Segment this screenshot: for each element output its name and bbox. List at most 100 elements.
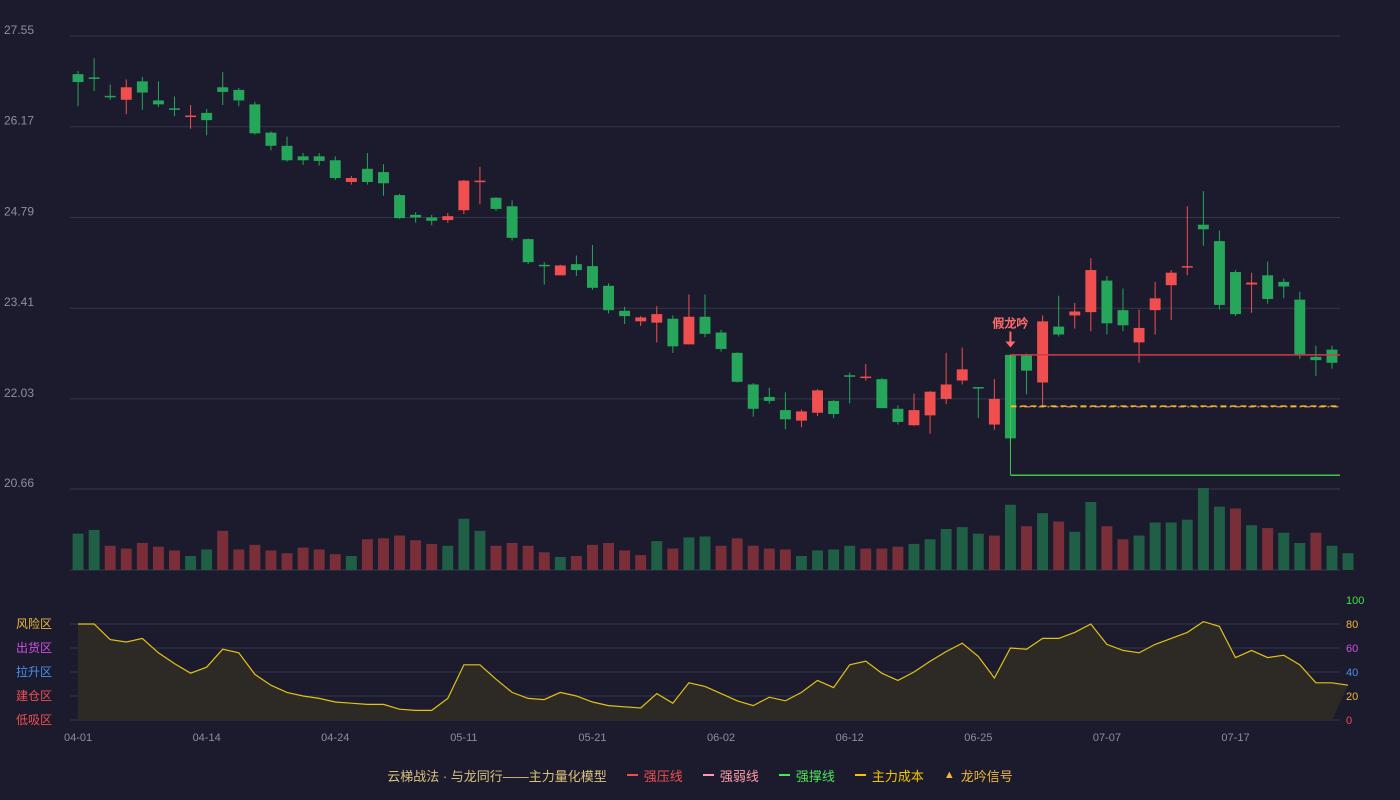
indicator-lines	[1009, 354, 1340, 476]
candle-body	[329, 160, 341, 179]
volume-bar	[860, 548, 872, 570]
volume-bar	[940, 529, 952, 570]
date-tick-label: 05-21	[578, 732, 606, 744]
date-tick-label: 06-02	[707, 732, 735, 744]
volume-bar	[1213, 506, 1225, 570]
candle-body	[474, 180, 486, 183]
candle-body	[72, 74, 84, 83]
volume-bar	[619, 550, 631, 570]
candle-body	[779, 410, 791, 420]
price-tick-label: 26.17	[4, 114, 34, 128]
candle-body	[940, 384, 952, 399]
candle-body	[1165, 272, 1177, 286]
volume-bar	[217, 530, 229, 570]
volume-bar	[747, 545, 759, 570]
volume-bar	[1117, 539, 1129, 570]
volume-bar	[329, 554, 341, 570]
candle-body	[667, 318, 679, 347]
volume-bar	[378, 538, 389, 570]
candle-body	[201, 112, 213, 121]
volume-bar	[120, 548, 132, 570]
legend-item-support[interactable]: 强撑线	[778, 766, 835, 785]
candle-body	[217, 87, 229, 92]
legend-item-strong-weak[interactable]: 强弱线	[702, 766, 759, 785]
volume-bar	[313, 549, 325, 570]
date-tick-label: 05-11	[450, 732, 477, 744]
volume-bar	[458, 518, 470, 570]
candle-body	[378, 172, 389, 184]
candle-body	[233, 89, 245, 101]
volume-bar	[1246, 525, 1258, 570]
volume-bar	[1197, 488, 1209, 570]
volume-bar	[1021, 526, 1032, 570]
indicator-area	[78, 621, 1348, 720]
candle-body	[1246, 282, 1258, 285]
candle-body	[120, 87, 132, 100]
candle-body	[1133, 327, 1145, 343]
volume-bar	[683, 537, 695, 570]
indicator-zone-label: 拉升区	[16, 664, 52, 679]
legend-title: 云梯战法 · 与龙同行——主力量化模型	[387, 766, 607, 785]
candle-body	[715, 332, 727, 349]
price-tick-label: 27.55	[4, 23, 34, 37]
legend-item-signal[interactable]: ▲ 龙吟信号	[944, 766, 1013, 785]
volume-bar	[972, 533, 984, 570]
candle-body	[924, 391, 936, 416]
candle-body	[1181, 266, 1193, 268]
legend-label: 龙吟信号	[960, 768, 1013, 784]
legend-item-strong-pressure[interactable]: 强压线	[626, 766, 683, 785]
volume-bar	[1037, 513, 1049, 570]
candle-body	[426, 217, 438, 221]
volume-bar	[812, 550, 823, 570]
legend-item-main-cost[interactable]: 主力成本	[854, 766, 924, 785]
candle-body	[763, 396, 775, 401]
candle-body	[731, 352, 743, 382]
main-cost-swatch	[854, 774, 866, 776]
candle-body	[522, 239, 534, 263]
candle-body	[297, 156, 309, 161]
candle-body	[956, 369, 968, 381]
candles	[72, 58, 1338, 444]
candle-body	[506, 206, 518, 238]
candle-body	[1117, 310, 1129, 326]
volume-bar	[281, 553, 293, 570]
candle-body	[1069, 311, 1081, 316]
volume-bar	[169, 550, 180, 570]
candle-body	[1149, 298, 1161, 311]
volume-bar	[1004, 504, 1016, 570]
volume-bar	[876, 548, 888, 570]
volume-bar	[297, 547, 309, 570]
candle-body	[104, 95, 116, 98]
candle-body	[603, 285, 615, 311]
volume-bar	[426, 543, 438, 570]
triangle-icon: ▲	[943, 769, 955, 781]
volume-bar	[1294, 542, 1306, 570]
legend: 云梯战法 · 与龙同行——主力量化模型 强压线 强弱线 强撑线 主力成本 ▲ 龙…	[0, 760, 1400, 790]
date-axis-labels: 04-01 04-14 04-24 05-11 05-21 06-02 06-12 06-25…	[64, 732, 1250, 744]
volume-bar	[1326, 545, 1338, 570]
candle-body	[908, 410, 920, 426]
candle-body	[1197, 224, 1209, 230]
strong-pressure-swatch	[626, 774, 638, 776]
volume-bar	[474, 530, 486, 570]
volume-bar	[522, 545, 534, 570]
volume-bar	[1069, 531, 1081, 570]
volume-bar	[924, 539, 936, 570]
candle-body	[699, 316, 711, 334]
volume-bar	[394, 535, 406, 570]
support-swatch	[778, 774, 790, 776]
volume-bar	[956, 527, 968, 570]
volume-bar	[185, 556, 197, 570]
candle-body	[1053, 326, 1065, 335]
candle-body	[313, 156, 325, 161]
candle-body	[88, 77, 100, 79]
volume-bar	[104, 545, 116, 570]
indicator-zone-label: 建仓区	[16, 689, 52, 703]
candle-body	[249, 104, 261, 134]
volume-bar	[506, 542, 518, 570]
candle-body	[538, 264, 550, 267]
volume-bar	[265, 550, 277, 570]
date-tick-label: 04-24	[321, 732, 349, 744]
candle-body	[988, 398, 1000, 425]
candle-body	[1085, 270, 1097, 313]
